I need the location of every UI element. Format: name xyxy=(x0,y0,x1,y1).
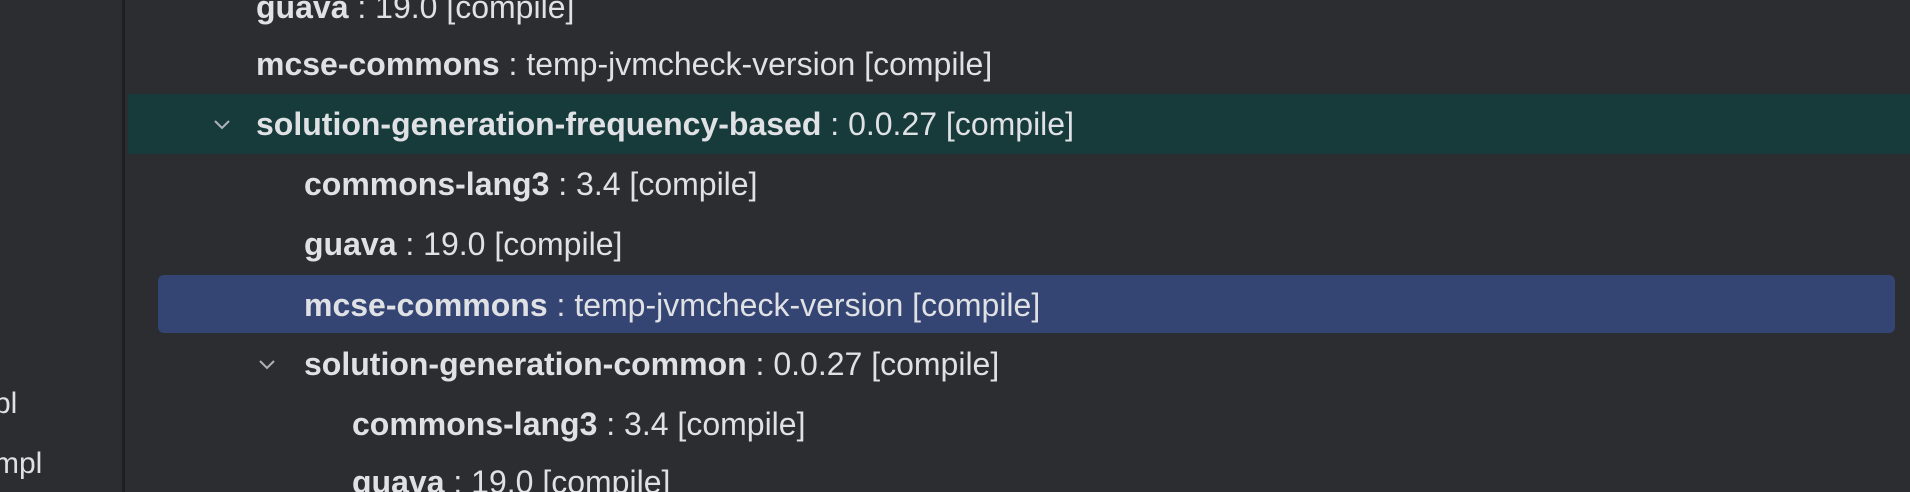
tree-row-guava[interactable]: guava : 19.0 [compile] xyxy=(125,452,1910,492)
chevron-down-icon[interactable] xyxy=(210,112,234,136)
artifact-name: mcse-commons xyxy=(256,45,500,82)
artifact-version: : temp-jvmcheck-version [compile] xyxy=(547,286,1041,323)
side-panel-item[interactable]: pl xyxy=(0,384,17,424)
tree-row-commons-lang3[interactable]: commons-lang3 : 3.4 [compile] xyxy=(125,394,1910,454)
artifact-name: guava xyxy=(352,463,445,492)
artifact-name: mcse-commons xyxy=(304,286,548,323)
tree-row-commons-lang3[interactable]: commons-lang3 : 3.4 [compile] xyxy=(125,154,1910,214)
tree-row-solution-generation-common[interactable]: solution-generation-common : 0.0.27 [com… xyxy=(125,334,1910,394)
dependency-tree[interactable]: guava : 19.0 [compile] mcse-commons : te… xyxy=(125,0,1910,492)
artifact-name: guava xyxy=(256,0,349,25)
artifact-version: : 19.0 [compile] xyxy=(444,463,671,492)
tree-row-solution-generation-frequency-based[interactable]: solution-generation-frequency-based : 0.… xyxy=(128,94,1910,154)
artifact-version: : 0.0.27 [compile] xyxy=(821,105,1074,142)
artifact-name: guava xyxy=(304,225,397,262)
side-panel-item[interactable]: mpl xyxy=(0,444,42,484)
artifact-name: commons-lang3 xyxy=(352,405,598,442)
artifact-name: commons-lang3 xyxy=(304,165,550,202)
tree-row-guava[interactable]: guava : 19.0 [compile] xyxy=(125,214,1910,274)
artifact-version: : 3.4 [compile] xyxy=(597,405,806,442)
artifact-version: : 3.4 [compile] xyxy=(549,165,758,202)
artifact-name: solution-generation-frequency-based xyxy=(256,105,822,142)
chevron-down-icon[interactable] xyxy=(255,352,279,376)
artifact-version: : 0.0.27 [compile] xyxy=(746,345,1000,382)
tree-row-guava[interactable]: guava : 19.0 [compile] xyxy=(125,0,1910,37)
project-side-panel: pl mpl xyxy=(0,0,122,492)
dependency-tool-window: pl mpl guava : 19.0 [compile] mcse-commo… xyxy=(0,0,1910,492)
artifact-version: : 19.0 [compile] xyxy=(396,225,623,262)
artifact-version: : temp-jvmcheck-version [compile] xyxy=(499,45,993,82)
tree-row-mcse-commons-selected[interactable]: mcse-commons : temp-jvmcheck-version [co… xyxy=(125,275,1910,335)
artifact-version: : 19.0 [compile] xyxy=(348,0,575,25)
tree-row-mcse-commons[interactable]: mcse-commons : temp-jvmcheck-version [co… xyxy=(125,34,1910,94)
artifact-name: solution-generation-common xyxy=(304,345,747,382)
